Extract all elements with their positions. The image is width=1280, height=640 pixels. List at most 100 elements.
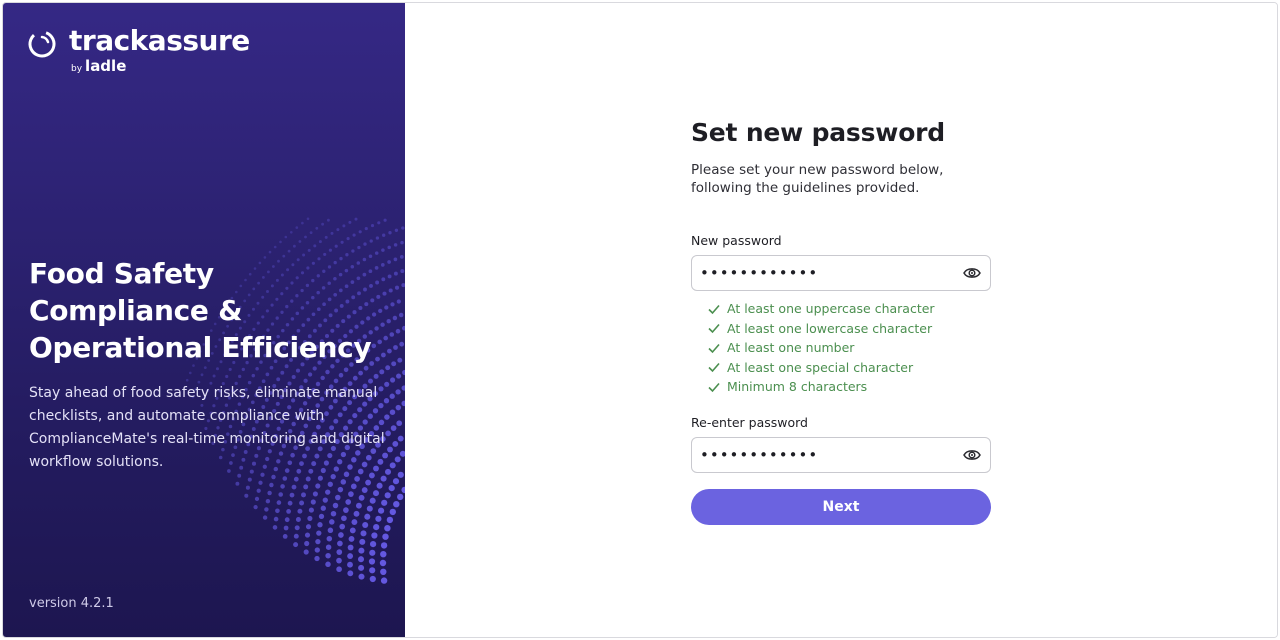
brand-name: trackassure — [69, 24, 250, 57]
decor-dot — [329, 519, 335, 525]
decor-dot — [272, 525, 278, 530]
decor-dot — [372, 490, 380, 497]
decor-dot — [269, 482, 274, 488]
decor-dot — [238, 374, 242, 379]
check-icon — [708, 363, 720, 373]
decor-dot — [284, 517, 290, 523]
decor-dot — [265, 498, 271, 504]
decor-dot — [382, 533, 389, 540]
decor-dot — [291, 484, 297, 490]
decor-dot — [335, 494, 341, 501]
decor-dot — [391, 361, 397, 367]
decor-dot — [212, 374, 216, 378]
decor-dot — [330, 473, 336, 480]
decor-dot — [315, 483, 321, 489]
decor-dot — [289, 230, 293, 234]
decor-dot — [348, 220, 352, 224]
decor-dot — [369, 497, 376, 504]
decor-dot — [237, 473, 242, 478]
decor-dot — [303, 549, 309, 555]
decor-dot — [397, 357, 403, 363]
decor-dot — [203, 366, 207, 369]
decor-dot — [361, 487, 368, 494]
decor-dot — [340, 240, 344, 244]
decor-dot — [397, 435, 404, 442]
decor-dot — [301, 492, 306, 498]
rule-item: Minimum 8 characters — [707, 377, 991, 397]
decor-dot — [244, 493, 249, 498]
decor-dot — [245, 485, 250, 490]
decor-dot — [336, 228, 340, 232]
decor-dot — [305, 476, 311, 482]
decor-dot — [388, 231, 392, 235]
reenter-password-label: Re-enter password — [691, 414, 808, 430]
decor-dot — [349, 527, 356, 534]
decor-dot — [388, 288, 393, 293]
decor-dot — [369, 549, 376, 556]
decor-dot — [317, 522, 323, 528]
rule-item: At least one uppercase character — [707, 299, 991, 319]
decor-dot — [368, 558, 376, 565]
decor-dot — [295, 226, 299, 229]
decor-dot — [339, 523, 346, 530]
decor-dot — [304, 235, 307, 239]
decor-dot — [216, 367, 219, 371]
decor-dot — [258, 480, 263, 485]
eye-icon[interactable] — [963, 265, 981, 281]
decor-dot — [316, 530, 322, 536]
decor-dot — [369, 540, 377, 548]
decor-dot — [318, 240, 322, 244]
decor-dot — [396, 299, 401, 304]
decor-dot — [375, 515, 382, 522]
decor-dot — [324, 235, 328, 239]
decor-dot — [305, 524, 312, 530]
decor-dot — [282, 534, 288, 539]
decor-dot — [325, 489, 331, 495]
decor-dot — [321, 222, 324, 226]
reenter-password-input[interactable] — [700, 437, 950, 472]
decor-dot — [380, 542, 388, 549]
decor-dot — [369, 567, 376, 574]
decor-dot — [273, 516, 279, 522]
decor-dot — [371, 532, 378, 539]
decor-dot — [358, 564, 365, 571]
decor-dot — [268, 250, 272, 254]
decor-dot — [365, 479, 372, 486]
eye-icon[interactable] — [963, 447, 981, 463]
page-subtitle: Please set your new password below, foll… — [691, 162, 944, 196]
decor-dot — [337, 540, 343, 547]
decor-dot — [308, 507, 314, 513]
decor-dot — [392, 315, 398, 321]
decor-dot — [351, 519, 358, 526]
new-password-input[interactable] — [700, 256, 950, 290]
decor-dot — [369, 239, 373, 243]
decor-dot — [325, 561, 331, 568]
decor-dot — [348, 491, 354, 497]
decor-dot — [395, 404, 402, 411]
decor-dot — [228, 367, 232, 371]
decor-dot — [289, 492, 295, 498]
decor-dot — [394, 228, 399, 232]
decor-dot — [278, 492, 284, 497]
decor-dot — [389, 508, 396, 516]
brand-headline: Food Safety Compliance & Operational Eff… — [29, 257, 372, 364]
decor-dot — [284, 235, 288, 239]
decor-dot — [314, 547, 320, 553]
decor-dot — [388, 484, 395, 492]
decor-dot — [293, 476, 299, 482]
decor-dot — [348, 535, 355, 542]
decor-dot — [327, 481, 333, 487]
decor-dot — [295, 368, 301, 373]
decor-dot — [310, 499, 316, 505]
decor-dot — [352, 375, 358, 381]
decor-dot — [394, 456, 401, 463]
decor-dot — [354, 476, 360, 482]
decor-dot — [389, 393, 395, 399]
decor-dot — [340, 479, 347, 485]
next-button[interactable]: Next — [691, 488, 991, 525]
decor-dot — [271, 474, 276, 480]
decor-dot — [380, 475, 387, 482]
decor-dot — [392, 440, 399, 447]
decor-dot — [328, 248, 332, 252]
decor-dot — [322, 497, 328, 503]
